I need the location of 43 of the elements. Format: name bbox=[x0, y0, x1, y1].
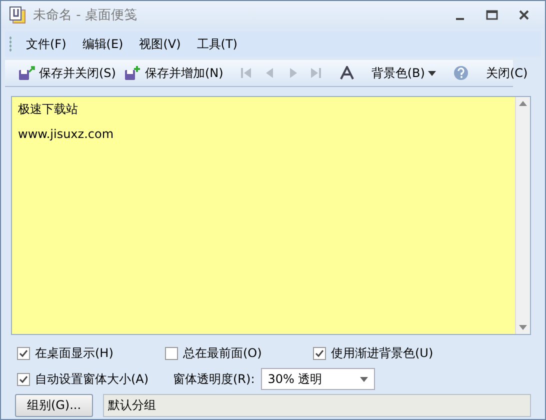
last-arrow-icon bbox=[309, 66, 322, 80]
window-title: 未命名 - 桌面便笺 bbox=[33, 7, 138, 24]
close-note-button[interactable]: 关闭(C) bbox=[482, 62, 531, 84]
disk-arrow-icon bbox=[18, 65, 36, 81]
checkbox-box[interactable] bbox=[17, 347, 30, 360]
checkbox-label: 总在最前面(O) bbox=[183, 345, 262, 362]
checkbox-box[interactable] bbox=[17, 372, 30, 386]
checkbox[interactable]: 总在最前面(O) bbox=[165, 345, 313, 362]
note-text-line: 极速下载站 bbox=[18, 101, 79, 118]
opacity-label: 窗体透明度(R): bbox=[173, 370, 255, 388]
caret-icon bbox=[360, 376, 368, 382]
checkbox[interactable]: 自动设置窗体大小(A) bbox=[17, 370, 165, 388]
note-text-area[interactable]: 极速下载站 www.jisuxz.com bbox=[11, 96, 531, 335]
save-add-button[interactable]: 保存并增加(N) bbox=[120, 62, 226, 84]
scrollbar[interactable] bbox=[515, 97, 530, 334]
letter-icon bbox=[340, 66, 354, 80]
note-text-line: www.jisuxz.com bbox=[18, 127, 115, 141]
checkbox-box[interactable] bbox=[165, 347, 178, 360]
menu-item[interactable]: 视图(V) bbox=[133, 32, 187, 56]
background-color-button[interactable]: 背景色(B) bbox=[368, 62, 439, 84]
scroll-up-icon[interactable] bbox=[519, 101, 527, 106]
checkbox[interactable]: 使用渐进背景色(U) bbox=[313, 345, 513, 362]
scroll-down-icon[interactable] bbox=[519, 325, 527, 330]
group-field[interactable]: 默认分组 bbox=[103, 394, 531, 417]
checkbox-box[interactable] bbox=[313, 347, 326, 360]
checkbox-label: 自动设置窗体大小(A) bbox=[35, 370, 149, 388]
save-close-button[interactable]: 保存并关闭(S) bbox=[15, 62, 119, 84]
checkbox-label: 使用渐进背景色(U) bbox=[331, 345, 434, 362]
menu-item[interactable]: 工具(T) bbox=[190, 32, 244, 56]
help-icon bbox=[452, 65, 469, 81]
close-icon bbox=[519, 10, 529, 20]
checkbox[interactable]: 在桌面显示(H) bbox=[17, 345, 165, 362]
menu-item[interactable]: 编辑(E) bbox=[76, 32, 130, 56]
menu-item[interactable]: 文件(F) bbox=[20, 32, 72, 56]
first-arrow-icon bbox=[240, 66, 254, 80]
checkbox-label: 在桌面显示(H) bbox=[35, 345, 114, 362]
maximize-icon bbox=[486, 10, 498, 20]
group-button[interactable]: 组别(G)... bbox=[15, 394, 93, 417]
minimize-icon bbox=[456, 18, 464, 20]
disk-plus-icon bbox=[124, 65, 142, 81]
note-icon bbox=[9, 6, 27, 24]
caret-icon bbox=[428, 70, 436, 76]
opacity-dropdown[interactable]: 30% 透明 bbox=[260, 368, 375, 390]
